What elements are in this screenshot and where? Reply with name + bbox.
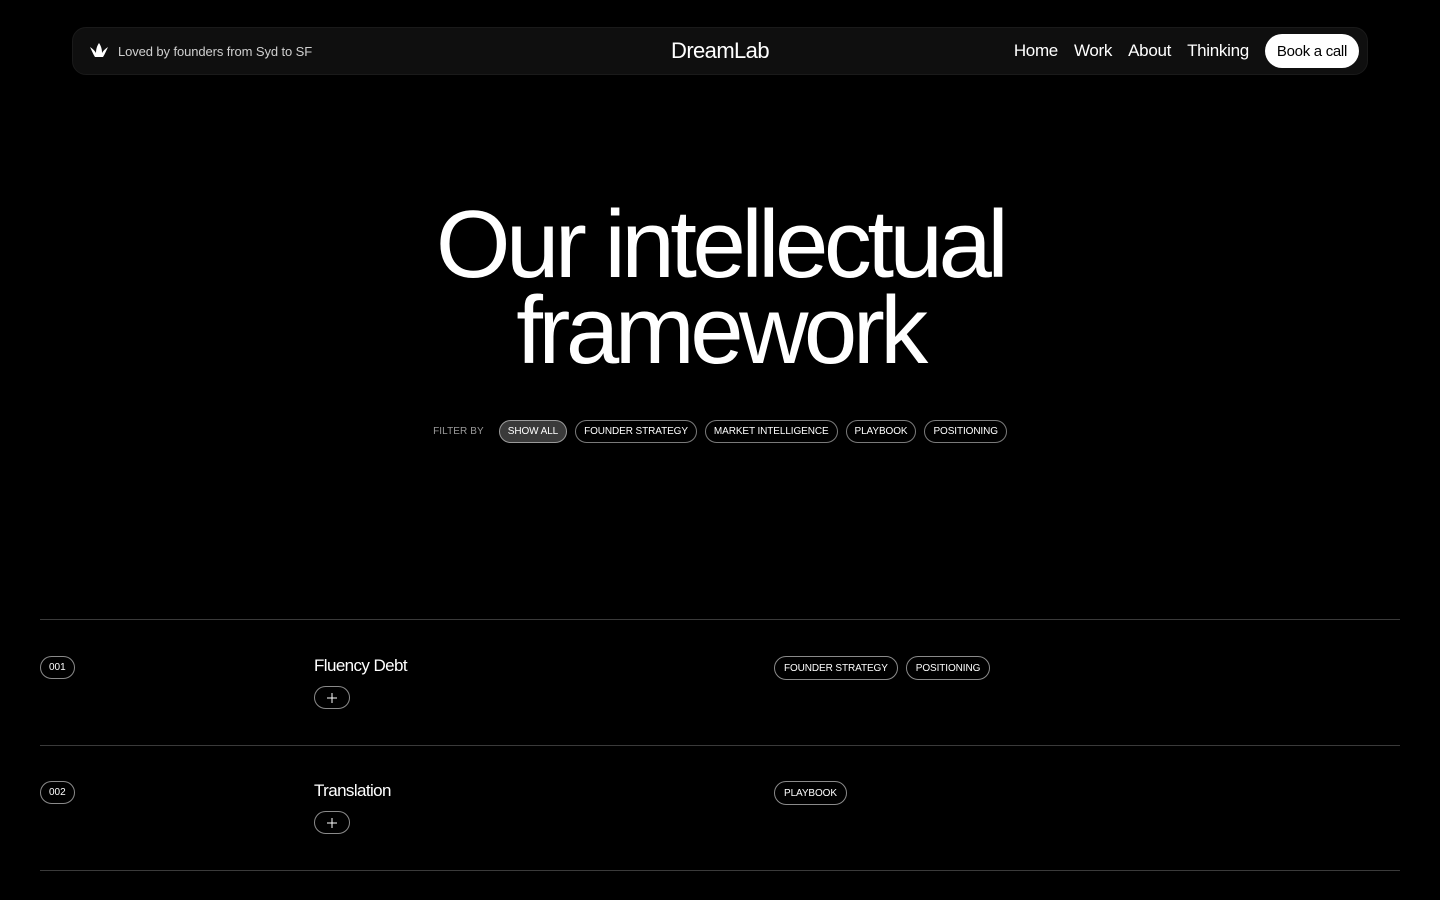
brand-logo[interactable]: DreamLab xyxy=(671,38,770,64)
item-number: 001 xyxy=(40,656,75,679)
nav-thinking[interactable]: Thinking xyxy=(1187,41,1249,61)
filter-label: FILTER BY xyxy=(433,426,484,437)
expand-button[interactable] xyxy=(314,686,350,709)
expand-button[interactable] xyxy=(314,811,350,834)
main-nav: Home Work About Thinking Book a call xyxy=(1014,28,1359,74)
leaf-crown-icon xyxy=(89,42,109,60)
item-tags: PLAYBOOK xyxy=(774,781,855,805)
header-tagline: Loved by founders from Syd to SF xyxy=(89,28,312,74)
filter-bar: FILTER BY SHOW ALL FOUNDER STRATEGY MARK… xyxy=(0,420,1440,443)
page-title: Our intellectual framework xyxy=(0,197,1440,379)
item-title[interactable]: Translation xyxy=(314,780,391,802)
tagline-text: Loved by founders from Syd to SF xyxy=(118,43,313,59)
site-header: Loved by founders from Syd to SF DreamLa… xyxy=(72,27,1368,75)
book-a-call-button[interactable]: Book a call xyxy=(1264,34,1359,68)
item-title[interactable]: Fluency Debt xyxy=(314,655,408,677)
nav-about[interactable]: About xyxy=(1128,41,1171,61)
filter-positioning[interactable]: POSITIONING xyxy=(924,420,1007,443)
page: Loved by founders from Syd to SF DreamLa… xyxy=(0,0,1440,900)
tag-founder-strategy: FOUNDER STRATEGY xyxy=(774,656,898,680)
filter-market-intelligence[interactable]: MARKET INTELLIGENCE xyxy=(704,420,838,443)
filter-playbook[interactable]: PLAYBOOK xyxy=(845,420,917,443)
tag-playbook: PLAYBOOK xyxy=(774,781,847,805)
nav-work[interactable]: Work xyxy=(1074,41,1112,61)
item-tags: FOUNDER STRATEGY POSITIONING xyxy=(774,656,998,680)
plus-icon xyxy=(327,817,337,828)
list-item: 001 Fluency Debt FOUNDER STRATEGY POSITI… xyxy=(40,620,1400,744)
page-title-line-2: framework xyxy=(516,277,928,384)
tag-positioning: POSITIONING xyxy=(905,656,991,680)
nav-home[interactable]: Home xyxy=(1014,41,1058,61)
list-item: 002 Translation PLAYBOOK xyxy=(40,745,1400,869)
filter-founder-strategy[interactable]: FOUNDER STRATEGY xyxy=(575,420,697,443)
list-divider xyxy=(40,870,1400,871)
item-number: 002 xyxy=(40,781,75,804)
filter-show-all[interactable]: SHOW ALL xyxy=(498,420,568,443)
plus-icon xyxy=(327,692,337,703)
